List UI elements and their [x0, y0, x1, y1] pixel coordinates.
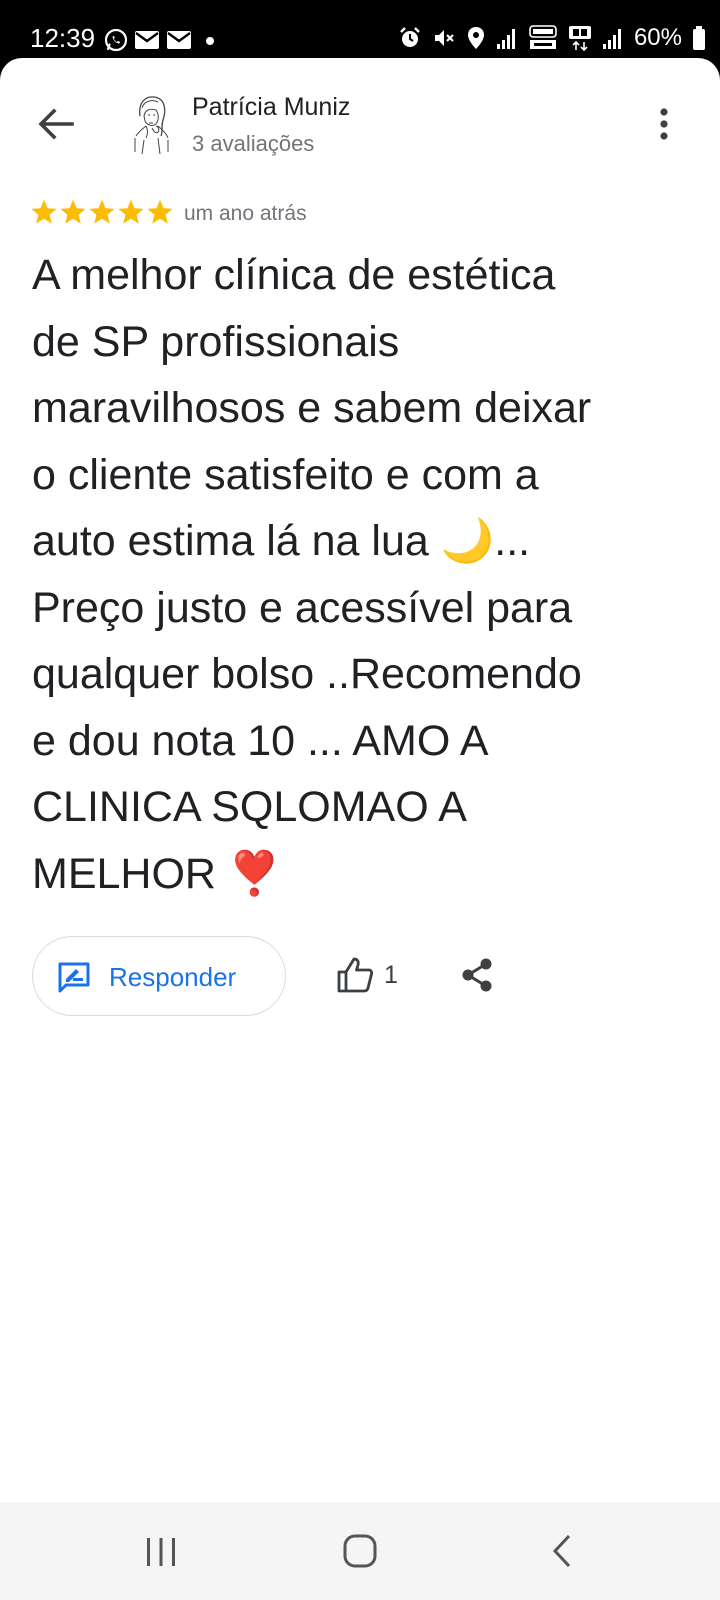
- star-icon: [147, 199, 173, 224]
- signal-icon: [496, 29, 515, 49]
- home-icon[interactable]: [342, 1533, 378, 1569]
- like-count: 1: [384, 961, 398, 989]
- battery-percentage: 60%: [633, 24, 682, 51]
- notification-icons: [104, 28, 218, 52]
- reviewer-name[interactable]: Patrícia Muniz: [192, 92, 350, 122]
- status-time: 12:39: [30, 23, 96, 53]
- back-arrow-icon[interactable]: [36, 104, 76, 144]
- reply-button[interactable]: Responder: [32, 936, 286, 1016]
- reviewer-review-count: 3 avaliações: [192, 131, 315, 156]
- system-icons: 60%: [398, 24, 706, 52]
- avatar[interactable]: [130, 92, 174, 156]
- reply-label: Responder: [109, 962, 237, 992]
- reply-icon: [58, 962, 90, 993]
- volte-icon: [529, 25, 557, 49]
- review-text: A melhor clínica de estética de SP profi…: [32, 251, 592, 898]
- battery-icon: [693, 26, 705, 50]
- recent-apps-icon[interactable]: [144, 1535, 178, 1569]
- mail-icon: [167, 31, 191, 49]
- more-options-icon[interactable]: [650, 104, 678, 144]
- star-icon: [89, 199, 115, 224]
- thumbs-up-icon: [337, 957, 374, 993]
- dot-icon: [206, 37, 214, 45]
- share-icon[interactable]: [460, 956, 494, 994]
- location-icon: [467, 27, 484, 49]
- star-icon: [31, 199, 57, 224]
- signal-icon: [602, 29, 621, 49]
- mail-icon: [135, 31, 159, 49]
- whatsapp-icon: [104, 28, 128, 52]
- star-icon: [118, 199, 144, 224]
- status-bar: 12:39 60%: [0, 0, 720, 60]
- review-date: um ano atrás: [184, 202, 307, 225]
- star-rating: [30, 198, 174, 226]
- mute-icon: [434, 30, 454, 46]
- alarm-icon: [400, 27, 420, 47]
- like-button[interactable]: 1: [336, 956, 398, 994]
- 5g-icon: [568, 26, 591, 51]
- star-icon: [60, 199, 86, 224]
- system-back-icon[interactable]: [550, 1533, 574, 1569]
